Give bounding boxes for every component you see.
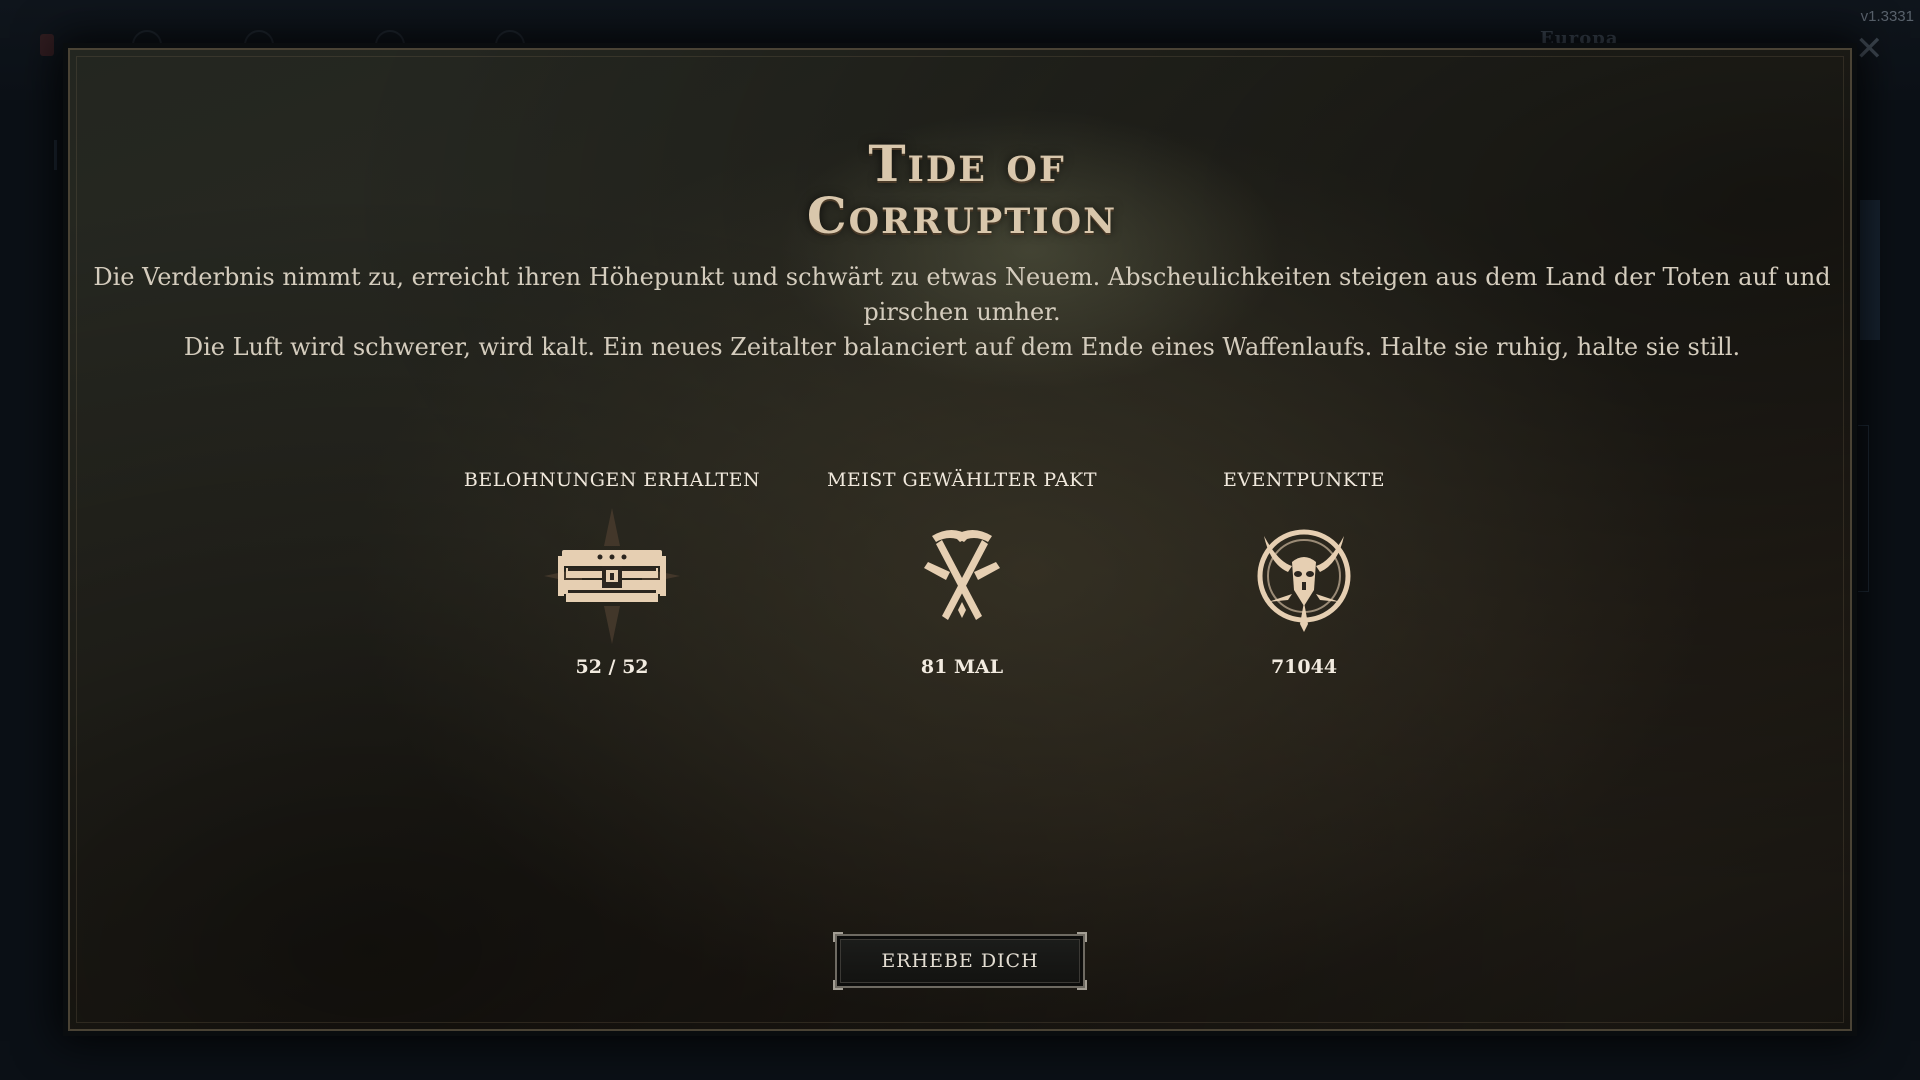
background-divider: [54, 140, 57, 170]
description-paragraph-1: Die Verderbnis nimmt zu, erreicht ihren …: [93, 263, 1831, 326]
version-label: v1.3331: [1860, 8, 1914, 25]
event-description: Die Verderbnis nimmt zu, erreicht ihren …: [70, 260, 1854, 365]
treasure-chest-icon: [544, 508, 680, 644]
stat-most-chosen-pact: MEIST GEWÄHLTER PAKT 81 MAL: [812, 460, 1112, 678]
stat-label: EVENTPUNKTE: [1222, 469, 1386, 491]
demon-skull-icon: [1257, 529, 1351, 632]
stat-label: MEIST GEWÄHLTER PAKT: [826, 469, 1098, 491]
button-corner: [1077, 932, 1087, 942]
rise-button[interactable]: ERHEBE DICH: [833, 932, 1087, 990]
button-corner: [833, 932, 843, 942]
event-title-logo: Tide of Corruption: [70, 138, 1854, 242]
close-icon[interactable]: ✕: [1855, 32, 1884, 66]
description-paragraph-2: Die Luft wird schwerer, wird kalt. Ein n…: [183, 333, 1741, 361]
button-corner: [833, 980, 843, 990]
background-side-panel: [1860, 200, 1880, 340]
background-region-label: Europa: [1540, 28, 1619, 49]
stat-value: 52 / 52: [575, 656, 649, 678]
stat-value: 71044: [1270, 656, 1338, 678]
event-summary-modal: Tide of Corruption Die Verderbnis nimmt …: [68, 48, 1852, 1031]
button-corner: [1077, 980, 1087, 990]
stat-event-points: EVENTPUNKTE 71044: [1154, 460, 1454, 678]
background-side-box: [1858, 425, 1869, 592]
stat-rewards-claimed: BELOHNUNGEN ERHALTEN 52 / 52: [462, 460, 762, 678]
stat-value: 81 MAL: [920, 656, 1004, 678]
stat-label: BELOHNUNGEN ERHALTEN: [463, 469, 761, 491]
event-stats: BELOHNUNGEN ERHALTEN 52 / 52 MEIST GEWÄH…: [70, 460, 1854, 760]
title-line-1: Tide of: [868, 134, 1066, 193]
background-brand-icon: [40, 34, 54, 56]
rise-button-label: ERHEBE DICH: [881, 950, 1039, 972]
crossed-picks-icon: [924, 530, 1000, 620]
title-line-2: Corruption: [806, 186, 1118, 245]
